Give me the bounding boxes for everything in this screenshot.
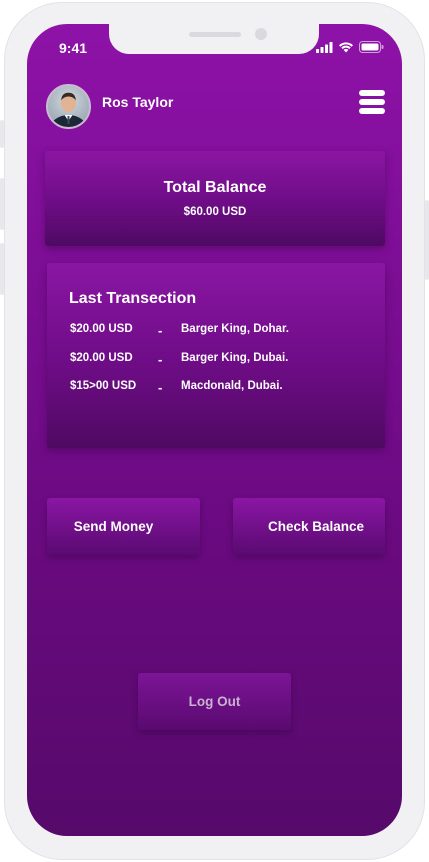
front-camera bbox=[255, 28, 267, 40]
check-balance-button[interactable]: Check Balance bbox=[233, 498, 385, 555]
balance-title: Total Balance bbox=[163, 179, 267, 196]
transaction-separator: - bbox=[158, 380, 163, 395]
transaction-amount: $15>00 USD bbox=[70, 380, 137, 392]
transaction-place: Barger King, Dubai. bbox=[181, 352, 289, 364]
transactions-title: Last Transection bbox=[69, 290, 197, 307]
wifi-icon bbox=[339, 42, 353, 53]
user-avatar[interactable] bbox=[46, 84, 91, 129]
transaction-place: Barger King, Dohar. bbox=[181, 323, 289, 335]
speaker-grille bbox=[189, 32, 241, 37]
signal-icon bbox=[316, 41, 333, 53]
logout-button[interactable]: Log Out bbox=[138, 673, 291, 730]
last-transactions-card: Last Transection $20.00 USD - Barger Kin… bbox=[47, 263, 385, 448]
status-time: 9:41 bbox=[59, 40, 88, 56]
device-notch bbox=[109, 24, 319, 54]
send-money-button[interactable]: Send Money bbox=[47, 498, 200, 555]
device-power-button bbox=[425, 200, 429, 280]
transaction-place: Macdonald, Dubai. bbox=[181, 380, 283, 392]
transaction-amount: $20.00 USD bbox=[70, 352, 133, 364]
balance-amount: $60.00 USD bbox=[183, 206, 247, 218]
transaction-amount: $20.00 USD bbox=[70, 323, 133, 335]
status-icons bbox=[316, 41, 384, 53]
user-avatar-icon bbox=[49, 92, 88, 127]
battery-icon bbox=[359, 41, 384, 53]
app-screen: 9:41 Ros Taylor Total Balance $60.00 USD… bbox=[27, 24, 402, 836]
total-balance-card: Total Balance $60.00 USD bbox=[45, 151, 385, 246]
user-name: Ros Taylor bbox=[102, 94, 174, 110]
transaction-separator: - bbox=[158, 323, 163, 338]
transaction-separator: - bbox=[158, 352, 163, 367]
hamburger-menu-icon[interactable] bbox=[359, 90, 385, 114]
